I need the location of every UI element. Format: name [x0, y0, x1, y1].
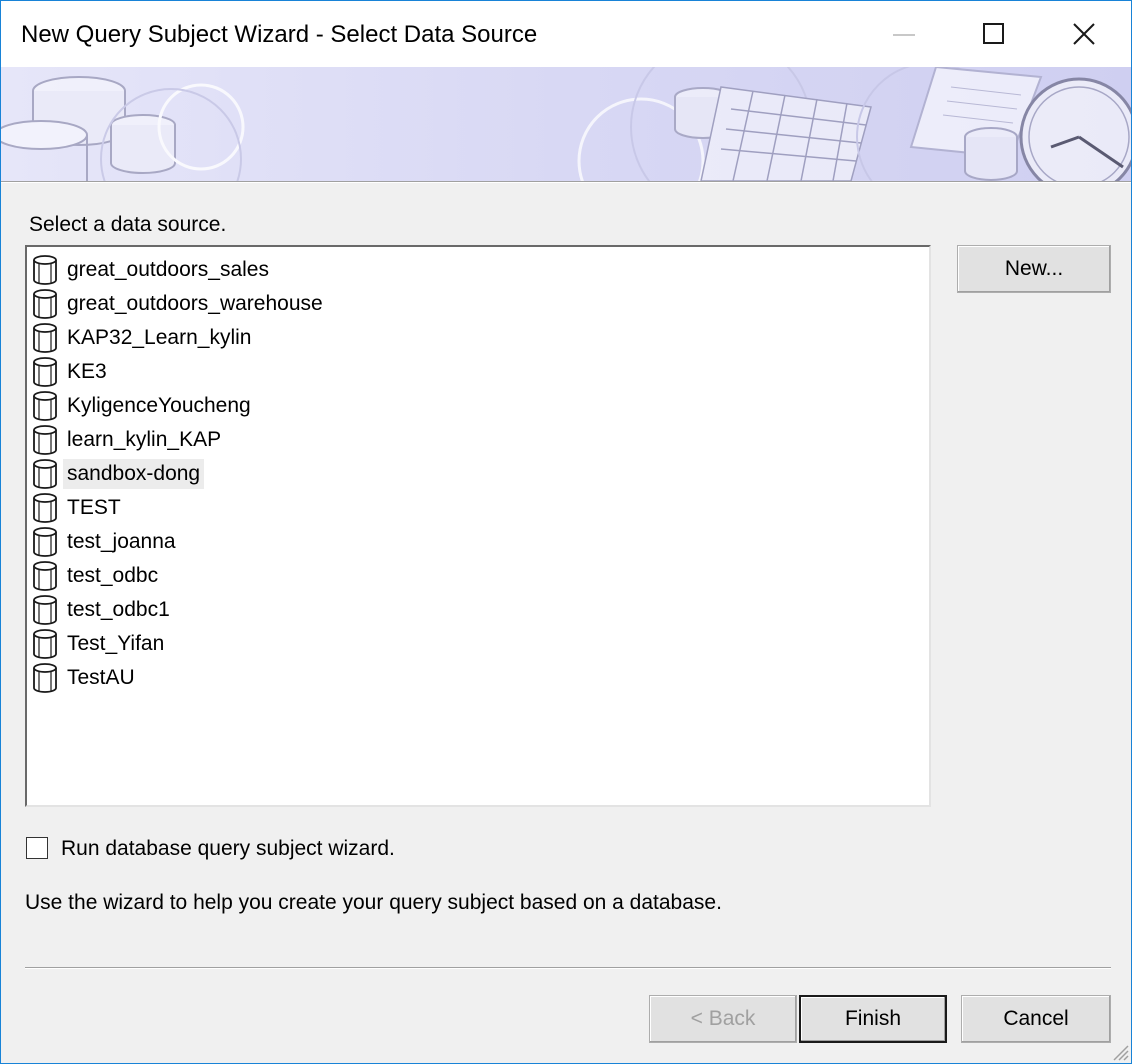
wizard-window: New Query Subject Wizard - Select Data S… — [0, 0, 1132, 1064]
database-icon — [33, 425, 57, 455]
new-data-source-button[interactable]: New... — [957, 245, 1111, 293]
data-source-item[interactable]: KAP32_Learn_kylin — [27, 321, 929, 355]
run-database-wizard-label[interactable]: Run database query subject wizard. — [61, 837, 395, 861]
wizard-banner — [1, 67, 1131, 181]
data-source-item[interactable]: Test_Yifan — [27, 627, 929, 661]
data-source-label: test_odbc1 — [67, 598, 170, 621]
data-source-label: sandbox-dong — [63, 459, 205, 489]
back-button[interactable]: < Back — [649, 995, 797, 1043]
database-icon — [33, 493, 57, 523]
data-source-label: KyligenceYoucheng — [67, 394, 251, 417]
cancel-button[interactable]: Cancel — [961, 995, 1111, 1043]
close-button[interactable] — [1039, 1, 1129, 67]
database-icon — [33, 629, 57, 659]
database-icon — [33, 459, 57, 489]
database-icon — [33, 255, 57, 285]
close-icon — [1073, 23, 1095, 45]
data-source-item[interactable]: TestAU — [27, 661, 929, 695]
data-source-item[interactable]: KE3 — [27, 355, 929, 389]
title-bar[interactable]: New Query Subject Wizard - Select Data S… — [1, 1, 1131, 67]
window-title: New Query Subject Wizard - Select Data S… — [21, 21, 538, 48]
data-source-label: TestAU — [67, 666, 135, 689]
data-source-label: KAP32_Learn_kylin — [67, 326, 252, 349]
database-icon — [33, 527, 57, 557]
database-icon — [33, 357, 57, 387]
data-source-label: test_joanna — [67, 530, 176, 553]
data-source-label: test_odbc — [67, 564, 159, 587]
database-icon — [33, 391, 57, 421]
banner-artwork — [1, 67, 1131, 181]
database-icon — [33, 561, 57, 591]
database-icon — [33, 289, 57, 319]
data-source-item[interactable]: test_joanna — [27, 525, 929, 559]
data-source-label: great_outdoors_warehouse — [67, 292, 323, 315]
finish-button[interactable]: Finish — [799, 995, 947, 1043]
data-source-item[interactable]: KyligenceYoucheng — [27, 389, 929, 423]
database-icon — [33, 663, 57, 693]
run-database-wizard-checkbox[interactable] — [26, 837, 48, 859]
data-source-item[interactable]: TEST — [27, 491, 929, 525]
data-source-item[interactable]: great_outdoors_sales — [27, 253, 929, 287]
data-source-label: great_outdoors_sales — [67, 258, 269, 281]
footer-separator-highlight — [25, 968, 1111, 969]
maximize-button[interactable] — [949, 1, 1039, 67]
data-source-label: learn_kylin_KAP — [67, 428, 222, 451]
data-source-label: Test_Yifan — [67, 632, 165, 655]
data-source-item[interactable]: sandbox-dong — [27, 457, 929, 491]
wizard-description: Use the wizard to help you create your q… — [25, 891, 722, 914]
resize-grip-icon[interactable] — [1109, 1041, 1129, 1061]
data-source-item[interactable]: test_odbc — [27, 559, 929, 593]
data-source-item[interactable]: test_odbc1 — [27, 593, 929, 627]
banner-separator-highlight — [1, 182, 1131, 183]
data-source-label: TEST — [67, 496, 121, 519]
data-source-label: KE3 — [67, 360, 107, 383]
database-icon — [33, 323, 57, 353]
database-icon — [33, 595, 57, 625]
select-data-source-label: Select a data source. — [29, 213, 227, 236]
minimize-icon — [893, 34, 915, 36]
data-source-items: great_outdoors_sales great_outdoors_ware… — [27, 247, 929, 695]
data-source-list[interactable]: great_outdoors_sales great_outdoors_ware… — [25, 245, 931, 807]
data-source-item[interactable]: great_outdoors_warehouse — [27, 287, 929, 321]
maximize-icon — [983, 23, 1004, 44]
data-source-item[interactable]: learn_kylin_KAP — [27, 423, 929, 457]
minimize-button[interactable] — [859, 1, 949, 67]
